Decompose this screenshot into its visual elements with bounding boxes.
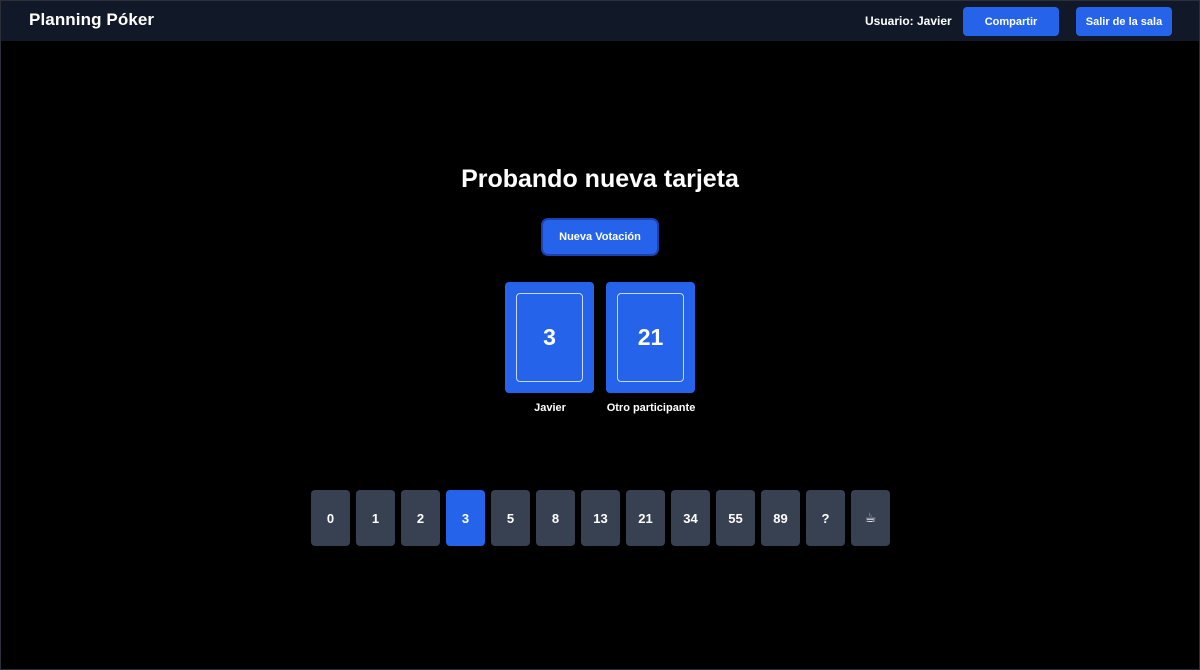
app-brand: Planning Póker xyxy=(29,10,155,29)
deck-card-2[interactable]: 2 xyxy=(401,490,440,546)
deck-card-3[interactable]: 3 xyxy=(446,490,485,546)
share-button[interactable]: Compartir xyxy=(963,7,1059,36)
deck-card-5[interactable]: 5 xyxy=(491,490,530,546)
deck-card-0[interactable]: 0 xyxy=(311,490,350,546)
deck-card-21[interactable]: 21 xyxy=(626,490,665,546)
vote-card-value: 21 xyxy=(617,293,684,382)
app-window: Planning Póker Usuario: Javier Compartir… xyxy=(0,0,1200,670)
participant-name: Otro participante xyxy=(606,402,696,414)
deck-card-34[interactable]: 34 xyxy=(671,490,710,546)
vote-card-javier: 3 xyxy=(505,282,594,393)
deck-card-question[interactable]: ? xyxy=(806,490,845,546)
participant-name: Javier xyxy=(534,402,566,414)
vote-card-otro-participante: 21 xyxy=(606,282,695,393)
room-title: Probando nueva tarjeta xyxy=(461,165,739,193)
deck-card-89[interactable]: 89 xyxy=(761,490,800,546)
deck-card-13[interactable]: 13 xyxy=(581,490,620,546)
top-navbar: Planning Póker Usuario: Javier Compartir… xyxy=(1,1,1199,41)
deck-card-8[interactable]: 8 xyxy=(536,490,575,546)
vote-card-value: 3 xyxy=(516,293,583,382)
new-vote-button[interactable]: Nueva Votación xyxy=(543,220,657,254)
deck-card-1[interactable]: 1 xyxy=(356,490,395,546)
leave-room-button[interactable]: Salir de la sala xyxy=(1076,7,1172,36)
deck-card-coffee-icon[interactable]: ☕ xyxy=(851,490,890,546)
deck-card-55[interactable]: 55 xyxy=(716,490,755,546)
current-user-label: Usuario: Javier xyxy=(865,14,952,28)
